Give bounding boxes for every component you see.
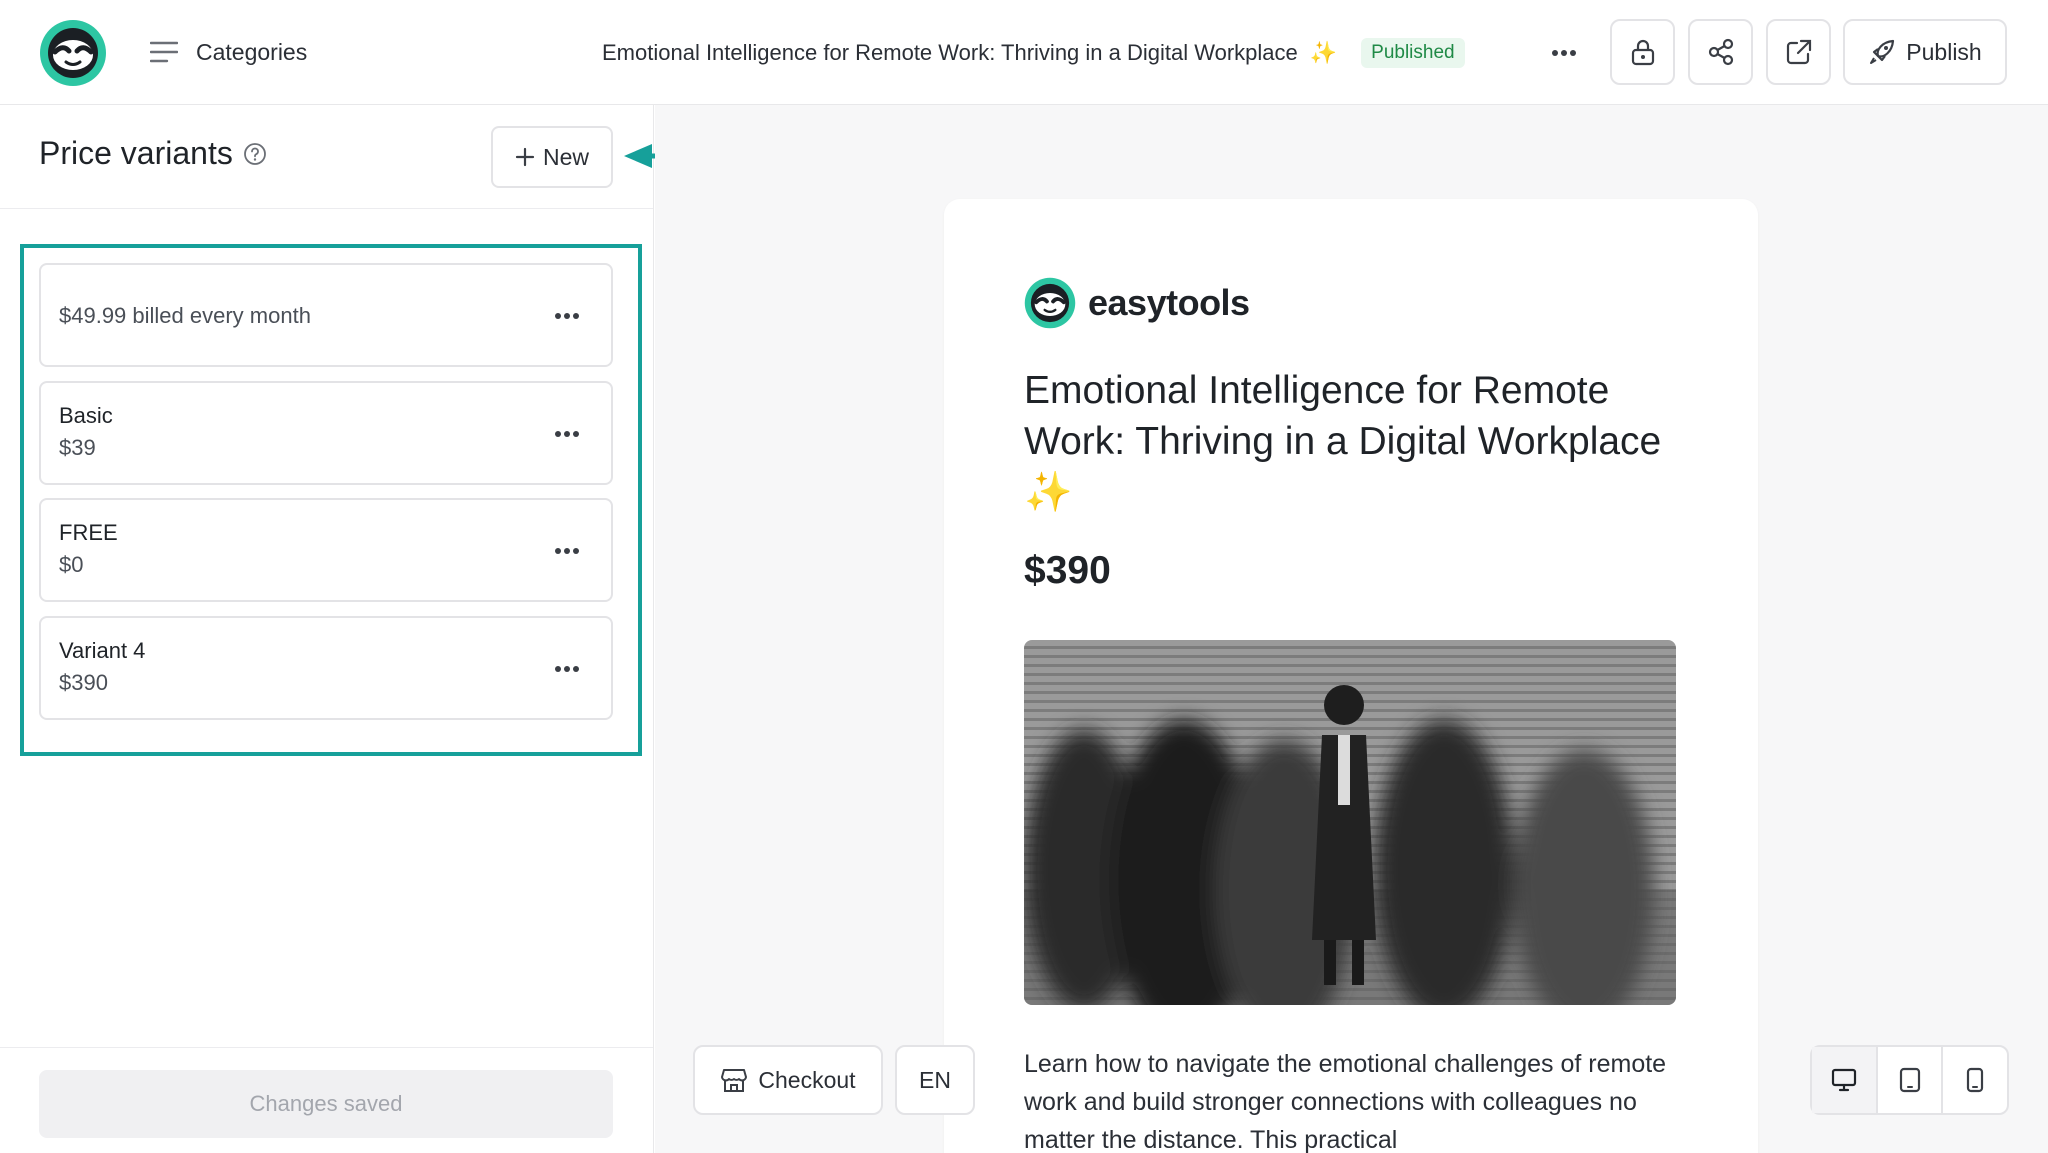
product-title: Emotional Intelligence for Remote Work: … — [1024, 365, 1704, 518]
changes-saved-button: Changes saved — [39, 1070, 613, 1138]
lock-button[interactable] — [1610, 19, 1675, 85]
variant-more-button[interactable] — [551, 654, 583, 684]
publish-label: Publish — [1906, 38, 1982, 65]
desktop-view-button[interactable] — [1812, 1047, 1876, 1113]
product-title-text: Emotional Intelligence for Remote Work: … — [1024, 369, 1662, 463]
publish-button[interactable]: Publish — [1843, 19, 2007, 85]
sparkles-emoji: ✨ — [1024, 471, 1073, 514]
easytools-logo-icon[interactable] — [39, 19, 107, 87]
top-bar: Categories Emotional Intelligence for Re… — [0, 0, 2048, 105]
share-button[interactable] — [1688, 19, 1753, 85]
device-view-toggle — [1810, 1045, 2009, 1115]
more-icon — [555, 548, 579, 554]
rocket-icon — [1870, 39, 1895, 64]
panel-footer: Changes saved — [0, 1047, 653, 1153]
checkout-label: Checkout — [758, 1066, 856, 1093]
plus-icon — [515, 147, 535, 167]
product-preview-area: easytools Emotional Intelligence for Rem… — [655, 105, 2048, 1153]
brand: easytools — [1024, 277, 1250, 329]
desktop-icon — [1831, 1068, 1856, 1092]
brand-name: easytools — [1088, 282, 1250, 323]
variant-item[interactable]: Variant 4 $390 — [39, 616, 613, 720]
new-label: New — [542, 143, 589, 170]
more-icon — [555, 313, 579, 319]
new-variant-button[interactable]: New — [491, 126, 613, 188]
document-title[interactable]: Emotional Intelligence for Remote Work: … — [602, 34, 1465, 72]
variant-price: $0 — [59, 552, 84, 577]
sparkles-emoji: ✨ — [1309, 40, 1338, 65]
variant-name: FREE — [59, 520, 118, 545]
variant-name: Basic — [59, 403, 113, 428]
variant-item[interactable]: Basic $39 — [39, 381, 613, 485]
product-cover-image — [1024, 640, 1676, 1005]
open-external-button[interactable] — [1766, 19, 1831, 85]
tablet-view-button[interactable] — [1875, 1047, 1942, 1113]
share-icon — [1708, 38, 1733, 66]
product-description: Learn how to navigate the emotional chal… — [1024, 1050, 1667, 1153]
variant-item[interactable]: $49.99 billed every month — [39, 263, 613, 367]
easytools-logo-icon — [1024, 277, 1076, 329]
more-icon — [1552, 50, 1576, 56]
categories-label: Categories — [196, 38, 308, 65]
variant-more-button[interactable] — [551, 419, 583, 449]
tablet-icon — [1899, 1067, 1920, 1093]
checkout-button[interactable]: Checkout — [693, 1045, 883, 1115]
help-icon[interactable] — [243, 142, 267, 166]
language-selector[interactable]: EN — [895, 1045, 975, 1115]
product-price: $390 — [1024, 549, 1111, 592]
more-options-button[interactable] — [1545, 34, 1583, 72]
store-icon — [721, 1069, 748, 1092]
lock-icon — [1631, 39, 1654, 66]
variant-price: $49.99 billed every month — [59, 303, 311, 328]
product-card: easytools Emotional Intelligence for Rem… — [944, 199, 1758, 1153]
variant-item[interactable]: FREE $0 — [39, 498, 613, 602]
mobile-icon — [1967, 1067, 1984, 1093]
price-variants-panel: Price variants New $49.99 billed every m… — [0, 105, 654, 1153]
mobile-view-button[interactable] — [1941, 1047, 2007, 1113]
menu-icon — [150, 41, 178, 63]
variant-price: $390 — [59, 670, 108, 695]
panel-title-text: Price variants — [39, 135, 233, 171]
variant-more-button[interactable] — [551, 536, 583, 566]
more-icon — [555, 666, 579, 672]
variant-name: Variant 4 — [59, 638, 146, 663]
panel-title: Price variants — [39, 135, 267, 172]
variant-more-button[interactable] — [551, 301, 583, 331]
external-link-icon — [1786, 39, 1811, 65]
categories-button[interactable]: Categories — [150, 32, 307, 72]
document-title-text: Emotional Intelligence for Remote Work: … — [602, 40, 1298, 65]
variant-price: $39 — [59, 435, 96, 460]
more-icon — [555, 431, 579, 437]
panel-header: Price variants New — [0, 105, 653, 209]
status-badge: Published — [1361, 38, 1465, 68]
